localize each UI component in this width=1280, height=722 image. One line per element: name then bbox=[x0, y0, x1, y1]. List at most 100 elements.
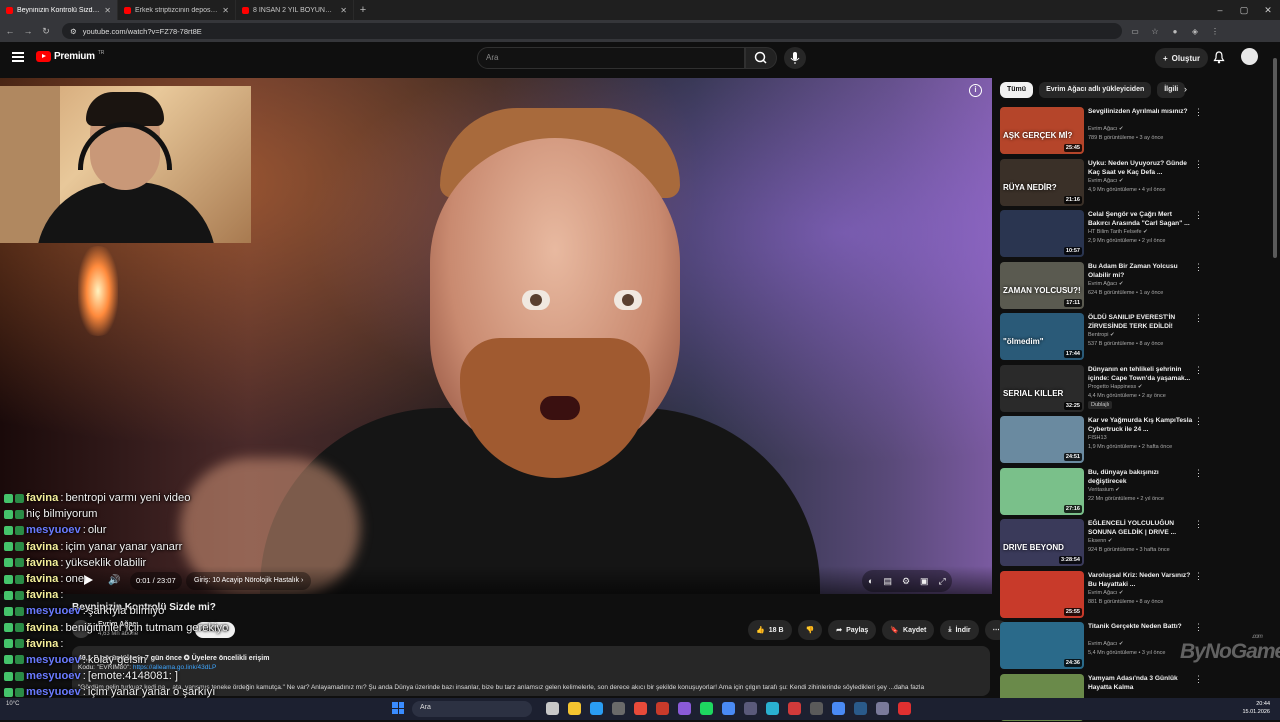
file-explorer-icon[interactable] bbox=[568, 702, 581, 715]
app-icon[interactable] bbox=[876, 702, 889, 715]
video-thumbnail[interactable]: "ölmedim" 17:44 bbox=[1000, 313, 1084, 360]
miniplayer-icon[interactable]: ▣ bbox=[920, 576, 929, 587]
more-options-icon[interactable]: ⋮ bbox=[1194, 519, 1203, 530]
page-scrollbar[interactable] bbox=[1272, 46, 1278, 696]
maximize-icon[interactable]: ▢ bbox=[1232, 0, 1256, 20]
taskbar-clock[interactable]: 20:44 15.01.2026 bbox=[1242, 700, 1270, 716]
recommended-video[interactable]: 27:16 Bu, dünyaya bakışınızı değiştirecek… bbox=[1000, 467, 1270, 516]
chevron-right-icon[interactable]: › bbox=[1184, 84, 1187, 94]
video-info-icon[interactable]: i bbox=[969, 84, 982, 97]
chip-related[interactable]: İlgili bbox=[1157, 82, 1186, 98]
chip-uploader[interactable]: Evrim Ağacı adlı yükleyiciden bbox=[1039, 82, 1152, 98]
app-icon[interactable] bbox=[656, 702, 669, 715]
recommended-title[interactable]: ÖLDÜ SANILIP EVEREST'İN ZİRVESİNDE TERK … bbox=[1088, 313, 1194, 331]
video-thumbnail[interactable]: 10:57 bbox=[1000, 210, 1084, 257]
recommended-title[interactable]: Yamyam Adası'nda 3 Günlük Hayatta Kalma bbox=[1088, 674, 1194, 692]
more-options-icon[interactable]: ⋮ bbox=[1194, 468, 1203, 479]
video-thumbnail[interactable]: ZAMAN YOLCUSU?! 17:11 bbox=[1000, 261, 1084, 309]
recommended-video[interactable]: RÜYA NEDİR? 21:16 Uyku: Neden Uyuyoruz? Gü… bbox=[1000, 158, 1270, 207]
more-options-icon[interactable]: ⋮ bbox=[1194, 210, 1203, 221]
account-avatar[interactable] bbox=[1241, 48, 1258, 65]
recommended-title[interactable]: EĞLENCELİ YOLCULUĞUN SONUNA GELDİK | DRI… bbox=[1088, 519, 1194, 537]
recommended-title[interactable]: Kar ve Yağmurda Kış KampıTesla Cybertruc… bbox=[1088, 416, 1194, 434]
bookmark-star-icon[interactable]: ☆ bbox=[1148, 27, 1162, 36]
recommended-channel[interactable]: Evrim Ağacı ✔ bbox=[1088, 126, 1123, 132]
tab-2[interactable]: Erkek striptizcinin deposu // Bi✕ bbox=[118, 0, 236, 20]
recommended-channel[interactable]: Evrim Ağacı ✔ bbox=[1088, 281, 1123, 287]
recommended-channel[interactable]: Veritasium ✔ bbox=[1088, 487, 1120, 493]
spotify-icon[interactable] bbox=[700, 702, 713, 715]
app-icon[interactable] bbox=[832, 702, 845, 715]
tab-3[interactable]: 8 İNSAN 2 YIL BOYUNCA BİR F ✕ bbox=[236, 0, 354, 20]
site-info-icon[interactable]: ⚙ bbox=[70, 27, 77, 36]
notifications-bell-icon[interactable] bbox=[1213, 51, 1225, 69]
recommended-video[interactable]: "ölmedim" 17:44 ÖLDÜ SANILIP EVEREST'İN Zİ… bbox=[1000, 313, 1270, 361]
search-button[interactable] bbox=[745, 47, 777, 69]
tab-1[interactable]: Beyninizin Kontrolü Sizde mi? ✕ bbox=[0, 0, 118, 20]
recommended-channel[interactable]: Bentropi ✔ bbox=[1088, 332, 1115, 338]
weather-widget[interactable]: 10°C bbox=[6, 701, 19, 707]
recommended-title[interactable]: Celal Şengör ve Çağrı Mert Bakırcı Arası… bbox=[1088, 210, 1194, 228]
download-button[interactable]: ⤓ İndir bbox=[940, 620, 979, 640]
video-thumbnail[interactable]: DRIVE BEYOND 3:28:54 bbox=[1000, 519, 1084, 566]
app-icon[interactable] bbox=[810, 702, 823, 715]
steam-icon[interactable] bbox=[854, 702, 867, 715]
app-icon[interactable] bbox=[788, 702, 801, 715]
autoplay-toggle-icon[interactable]: ◐ bbox=[868, 576, 873, 586]
cast-icon[interactable]: ▭ bbox=[1128, 27, 1142, 36]
extension-icon[interactable]: ● bbox=[1168, 27, 1182, 36]
scrollbar-thumb[interactable] bbox=[1273, 58, 1277, 258]
recommended-channel[interactable]: Progetto Happiness ✔ bbox=[1088, 384, 1142, 390]
hamburger-menu-icon[interactable] bbox=[12, 52, 24, 62]
search-input[interactable]: Ara bbox=[477, 47, 745, 69]
new-tab-icon[interactable]: + bbox=[354, 4, 372, 16]
recommended-channel[interactable]: HT Bilim Tarih Felsefe ✔ bbox=[1088, 229, 1148, 235]
recommended-video[interactable]: 24:51 Kar ve Yağmurda Kış KampıTesla Cybe… bbox=[1000, 416, 1270, 464]
video-thumbnail[interactable]: 24:36 bbox=[1000, 622, 1084, 669]
recommended-title[interactable]: Titanik Gerçekte Neden Battı? bbox=[1088, 622, 1194, 631]
close-window-icon[interactable]: ✕ bbox=[1256, 0, 1280, 20]
chip-all[interactable]: Tümü bbox=[1000, 82, 1034, 98]
close-tab-icon[interactable]: ✕ bbox=[340, 6, 347, 15]
recommended-video[interactable]: AŞK GERÇEK Mİ? 25:45 Sevgilinizden Ayrılma… bbox=[1000, 107, 1270, 155]
share-button[interactable]: ➦ Paylaş bbox=[828, 620, 877, 640]
video-thumbnail[interactable]: SERIAL KILLER 32:25 bbox=[1000, 364, 1084, 412]
recommended-title[interactable]: Bu Adam Bir Zaman Yolcusu Olabilir mi? bbox=[1088, 262, 1194, 280]
forward-icon[interactable]: → bbox=[22, 26, 34, 36]
app-icon[interactable] bbox=[744, 702, 757, 715]
minimize-icon[interactable]: – bbox=[1208, 0, 1232, 20]
more-options-icon[interactable]: ⋮ bbox=[1194, 365, 1203, 376]
video-thumbnail[interactable]: 25:55 bbox=[1000, 570, 1084, 618]
recommended-video[interactable]: 25:55 Varoluşsal Kriz: Neden Varsınız? Bu… bbox=[1000, 570, 1270, 619]
recommended-video[interactable]: SERIAL KILLER 32:25 Dünyanın en tehlikeli … bbox=[1000, 364, 1270, 413]
video-thumbnail[interactable]: 24:51 bbox=[1000, 416, 1084, 463]
more-options-icon[interactable]: ⋮ bbox=[1194, 571, 1203, 582]
video-thumbnail[interactable]: 27:16 bbox=[1000, 467, 1084, 515]
recommended-channel[interactable]: Eksenn ✔ bbox=[1088, 538, 1112, 544]
save-button[interactable]: 🔖 Kaydet bbox=[882, 620, 935, 640]
recommended-channel[interactable]: Evrim Ağacı ✔ bbox=[1088, 641, 1123, 647]
recommended-title[interactable]: Varoluşsal Kriz: Neden Varsınız? Bu Haya… bbox=[1088, 571, 1194, 589]
windows-start-icon[interactable] bbox=[392, 702, 404, 714]
recommended-video[interactable]: ZAMAN YOLCUSU?! 17:11 Bu Adam Bir Zaman Yo… bbox=[1000, 261, 1270, 310]
menu-dots-icon[interactable]: ⋮ bbox=[1208, 27, 1222, 36]
subtitles-icon[interactable]: ▤ bbox=[883, 576, 892, 587]
create-button[interactable]: + Oluştur bbox=[1155, 48, 1209, 68]
recommended-channel[interactable]: Evrim Ağacı ✔ bbox=[1088, 590, 1123, 596]
taskbar-search-input[interactable]: Ara bbox=[412, 701, 532, 717]
more-options-icon[interactable]: ⋮ bbox=[1194, 107, 1203, 118]
more-options-icon[interactable]: ⋮ bbox=[1194, 159, 1203, 170]
youtube-logo[interactable]: Premium TR bbox=[36, 50, 104, 62]
recommended-title[interactable]: Sevgilinizden Ayrılmalı mısınız? bbox=[1088, 107, 1194, 116]
settings-gear-icon[interactable]: ⚙ bbox=[902, 576, 910, 587]
more-options-icon[interactable]: ⋮ bbox=[1194, 262, 1203, 273]
chrome-icon[interactable] bbox=[722, 702, 735, 715]
video-thumbnail[interactable]: RÜYA NEDİR? 21:16 bbox=[1000, 158, 1084, 206]
close-tab-icon[interactable]: ✕ bbox=[222, 6, 229, 15]
store-icon[interactable] bbox=[612, 702, 625, 715]
recommended-channel[interactable]: FISH13 bbox=[1088, 435, 1107, 441]
puzzle-icon[interactable]: ◈ bbox=[1188, 27, 1202, 36]
voice-search-button[interactable] bbox=[784, 47, 806, 69]
more-options-icon[interactable]: ⋮ bbox=[1194, 313, 1203, 324]
address-bar[interactable]: ⚙ youtube.com/watch?v=FZ78-78rt8E bbox=[62, 23, 1122, 39]
